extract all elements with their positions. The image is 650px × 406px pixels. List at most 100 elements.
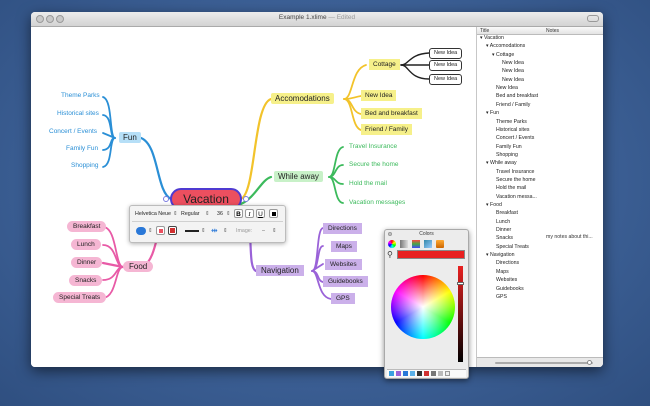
outline-row[interactable]: Theme Parks <box>496 119 527 126</box>
while-away-child-3[interactable]: Hold the mail <box>349 180 387 187</box>
food-node[interactable]: Food <box>123 261 154 272</box>
fun-child-5[interactable]: Shopping <box>71 162 98 169</box>
border-color-well[interactable] <box>168 226 177 235</box>
outline-row[interactable]: ▾ Accomodations <box>486 43 525 50</box>
outline-row[interactable]: Historical sites <box>496 127 529 134</box>
outline-row[interactable]: Secure the home <box>496 177 536 184</box>
fun-node[interactable]: Fun <box>119 132 141 143</box>
while-away-child-2[interactable]: Secure the home <box>349 161 399 168</box>
sliders-tab-icon[interactable] <box>400 240 408 248</box>
notes-column-header[interactable]: Notes <box>546 28 559 34</box>
outline-row[interactable]: New Idea <box>496 85 518 92</box>
outline-row[interactable]: Travel Insurance <box>496 169 534 176</box>
swatch-4[interactable] <box>410 371 415 376</box>
brightness-slider-knob[interactable] <box>457 282 464 285</box>
accomodations-child-2[interactable]: Bed and breakfast <box>361 108 422 119</box>
outline-row[interactable]: New Idea <box>502 68 524 75</box>
outline-row[interactable]: Breakfast <box>496 210 518 217</box>
swatch-8[interactable] <box>438 371 443 376</box>
outline-row[interactable]: Lunch <box>496 219 510 226</box>
title-bar[interactable]: Example 1.xlime — Edited <box>31 12 603 27</box>
fun-child-3[interactable]: Concert / Events <box>49 128 97 135</box>
outline-row[interactable]: Shopping <box>496 152 518 159</box>
fill-color-well[interactable] <box>156 226 165 235</box>
accomodations-child-3[interactable]: Friend / Family <box>361 124 412 135</box>
outline-row[interactable]: ▾ Vacation <box>480 35 504 42</box>
outline-row[interactable]: Websites <box>496 277 517 284</box>
swatch-3[interactable] <box>403 371 408 376</box>
outline-row[interactable]: Concert / Events <box>496 135 534 142</box>
fun-child-2[interactable]: Historical sites <box>57 110 99 117</box>
special-treats-note[interactable]: my notes about thi... <box>546 234 593 241</box>
underline-button[interactable]: U <box>256 209 265 218</box>
outline-panel[interactable]: Title Notes ▾ Vacation ▾ Accomodations ▾ C… <box>476 27 603 367</box>
font-size-select[interactable]: 36 <box>217 211 223 217</box>
outline-row[interactable]: GPS <box>496 294 507 301</box>
navigation-child-3[interactable]: Websites <box>325 259 362 270</box>
brightness-slider[interactable] <box>458 266 463 362</box>
accomodations-node[interactable]: Accomodations <box>271 93 334 104</box>
navigation-child-2[interactable]: Maps <box>331 241 357 252</box>
color-wheel[interactable] <box>391 275 455 339</box>
outline-row[interactable]: Dinner <box>496 227 511 234</box>
font-family-select[interactable]: Helvetica Neue <box>135 211 171 217</box>
fun-child-4[interactable]: Family Fun <box>66 145 98 152</box>
layout-icon[interactable]: ⇹ <box>211 226 218 235</box>
cottage-idea-1[interactable]: New Idea <box>429 48 463 59</box>
zoom-slider-knob[interactable] <box>587 359 592 365</box>
food-child-1[interactable]: Breakfast <box>67 221 107 232</box>
node-shape-select[interactable] <box>136 227 146 235</box>
outline-row[interactable]: Directions <box>496 260 519 267</box>
outline-row[interactable]: ▾ Food <box>486 202 502 209</box>
swatch-2[interactable] <box>396 371 401 376</box>
outline-row[interactable]: Guidebooks <box>496 286 524 293</box>
cottage-node[interactable]: Cottage <box>369 59 400 70</box>
outline-row[interactable]: Maps <box>496 269 509 276</box>
selected-color-swatch[interactable] <box>397 250 465 259</box>
close-colors-button[interactable] <box>388 232 392 236</box>
outline-row[interactable]: ▾ Fun <box>486 110 499 117</box>
outline-row[interactable]: ▾ Cottage <box>492 52 514 59</box>
swatch-9[interactable] <box>445 371 450 376</box>
food-child-4[interactable]: Snacks <box>69 275 103 286</box>
navigation-child-1[interactable]: Directions <box>323 223 362 234</box>
while-away-node[interactable]: While away <box>274 171 323 182</box>
magnifier-icon[interactable]: ⚲ <box>387 251 395 259</box>
outline-row[interactable]: Family Fun <box>496 144 522 151</box>
food-child-3[interactable]: Dinner <box>71 257 103 268</box>
food-child-5[interactable]: Special Treats <box>53 292 107 303</box>
outline-row[interactable]: New Idea <box>502 60 524 67</box>
outline-row[interactable]: Snacks <box>496 235 513 242</box>
outline-row[interactable]: Hold the mail <box>496 185 526 192</box>
outline-row[interactable]: Special Treats <box>496 244 529 251</box>
outline-row[interactable]: ▾ Navigation <box>486 252 515 259</box>
font-style-select[interactable]: Regular <box>181 211 200 217</box>
while-away-child-1[interactable]: Travel Insurance <box>349 143 397 150</box>
line-style-select[interactable] <box>185 230 199 232</box>
italic-button[interactable]: I <box>245 209 254 218</box>
image-palettes-tab-icon[interactable] <box>424 240 432 248</box>
color-wheel-tab-icon[interactable] <box>388 240 396 248</box>
outline-row[interactable]: ▾ While away <box>486 160 517 167</box>
swatch-1[interactable] <box>389 371 394 376</box>
text-color-well[interactable] <box>269 209 278 218</box>
while-away-child-4[interactable]: Vacation messages <box>349 199 405 206</box>
outline-row[interactable]: Bed and breakfast <box>496 93 538 100</box>
fun-child-1[interactable]: Theme Parks <box>61 92 100 99</box>
accomodations-child-1[interactable]: New Idea <box>361 90 397 101</box>
cottage-idea-3[interactable]: New Idea <box>429 74 463 85</box>
toolbar-toggle-button[interactable] <box>587 15 599 22</box>
bold-button[interactable]: B <box>234 209 243 218</box>
navigation-child-5[interactable]: GPS <box>331 293 355 304</box>
outline-row[interactable]: Vacation messa... <box>496 194 537 201</box>
navigation-node[interactable]: Navigation <box>256 265 304 276</box>
swatch-7[interactable] <box>431 371 436 376</box>
cottage-idea-2[interactable]: New Idea <box>429 60 463 71</box>
swatch-6[interactable] <box>424 371 429 376</box>
outline-row[interactable]: Friend / Family <box>496 102 530 109</box>
food-child-2[interactable]: Lunch <box>71 239 101 250</box>
title-column-header[interactable]: Title <box>480 28 489 34</box>
crayons-tab-icon[interactable] <box>436 240 444 248</box>
zoom-slider-track[interactable] <box>495 362 593 364</box>
image-select[interactable]: – <box>262 228 265 234</box>
